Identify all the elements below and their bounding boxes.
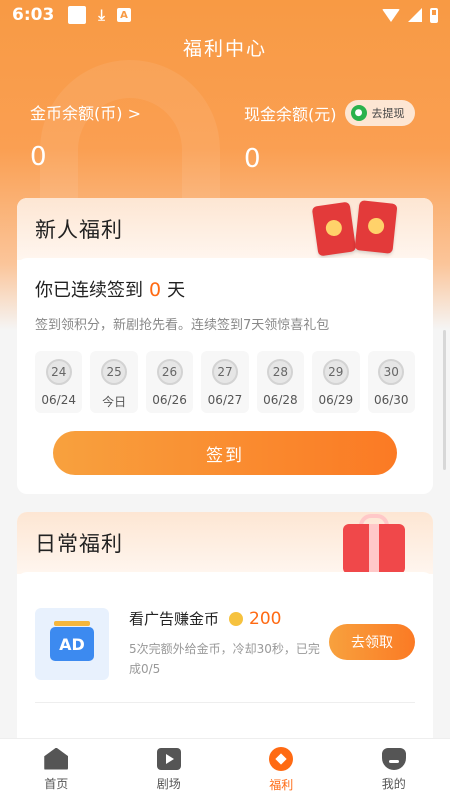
streak-days: 0 bbox=[149, 279, 162, 301]
checkin-day: 27 06/27 bbox=[201, 351, 249, 413]
tab-mine[interactable]: 我的 bbox=[338, 739, 450, 800]
tab-theater[interactable]: 剧场 bbox=[113, 739, 226, 800]
mine-icon bbox=[381, 747, 406, 770]
withdraw-button[interactable]: ● 去提现 bbox=[344, 100, 415, 126]
tab-welfare[interactable]: 福利 bbox=[225, 739, 338, 800]
ad-thumbnail: AD bbox=[35, 608, 109, 680]
newbie-welfare-card: 新人福利 你已连续签到 0 天 签到领积分，新剧抢先看。连续签到7天领惊喜礼包 … bbox=[17, 198, 433, 494]
day-number: 26 bbox=[156, 359, 183, 385]
streak-prefix: 你已连续签到 bbox=[35, 280, 143, 301]
day-date: 06/29 bbox=[318, 393, 354, 407]
red-packet-icon bbox=[311, 201, 357, 257]
day-number: 25 bbox=[101, 359, 128, 385]
status-bar: 6:03 ⤓ A bbox=[0, 0, 450, 30]
scrollbar[interactable] bbox=[443, 330, 446, 470]
checkin-day: 29 06/29 bbox=[312, 351, 360, 413]
bottom-tab-bar: 首页 剧场 福利 我的 bbox=[0, 738, 450, 800]
day-date: 06/26 bbox=[152, 393, 187, 407]
checkin-day: 28 06/28 bbox=[256, 351, 305, 413]
day-number: 30 bbox=[378, 359, 405, 385]
day-number: 28 bbox=[267, 359, 294, 385]
home-icon bbox=[44, 747, 69, 770]
tab-home[interactable]: 首页 bbox=[0, 739, 113, 800]
divider bbox=[35, 702, 415, 703]
withdraw-label: 去提现 bbox=[371, 107, 405, 120]
welfare-icon bbox=[269, 746, 294, 771]
day-number: 24 bbox=[45, 359, 72, 385]
tab-label: 我的 bbox=[381, 776, 406, 791]
status-time: 6:03 bbox=[12, 5, 55, 25]
cash-balance-value: 0 bbox=[244, 144, 261, 174]
ad-icon: AD bbox=[50, 621, 94, 661]
day-date: 06/30 bbox=[373, 393, 409, 407]
tab-label: 首页 bbox=[44, 776, 69, 791]
streak-text: 你已连续签到 0 天 bbox=[35, 276, 415, 302]
daily-welfare-card: 日常福利 AD 看广告赚金币 200 5次完额外给金币，冷却30秒，已完成0/5… bbox=[17, 512, 433, 752]
wechat-icon: ● bbox=[350, 105, 367, 121]
task-reward: 200 bbox=[249, 608, 282, 629]
checkin-days: 24 06/24 25 今日 26 06/26 27 06/27 28 06/2… bbox=[35, 351, 415, 413]
streak-suffix: 天 bbox=[167, 280, 186, 301]
checkin-day: 30 06/30 bbox=[367, 351, 415, 413]
day-number: 29 bbox=[322, 359, 349, 385]
cash-balance-label: 现金余额(元) bbox=[244, 105, 337, 124]
wifi-icon bbox=[382, 8, 400, 22]
checkin-day: 25 今日 bbox=[90, 351, 138, 413]
daily-card-header: 日常福利 bbox=[17, 512, 433, 574]
task-title: 看广告赚金币 bbox=[129, 610, 220, 628]
signal-icon bbox=[408, 8, 422, 22]
day-date: 06/27 bbox=[207, 393, 243, 407]
day-date: 06/28 bbox=[263, 393, 298, 407]
download-icon: ⤓ bbox=[98, 5, 105, 24]
battery-icon bbox=[430, 7, 438, 23]
checkin-button[interactable]: 签到 bbox=[53, 431, 397, 475]
day-number: 27 bbox=[211, 359, 238, 385]
theater-icon bbox=[156, 747, 181, 770]
a-app-icon: A bbox=[116, 8, 131, 22]
checkin-day: 24 06/24 bbox=[35, 351, 83, 413]
checkin-hint: 签到领积分，新剧抢先看。连续签到7天领惊喜礼包 bbox=[35, 318, 330, 333]
coin-balance-value: 0 bbox=[30, 142, 47, 172]
tab-label: 剧场 bbox=[156, 776, 181, 791]
red-packet-icon bbox=[354, 200, 398, 254]
tab-label: 福利 bbox=[269, 777, 294, 792]
cash-balance: 现金余额(元) ● 去提现 0 bbox=[244, 100, 415, 174]
day-date: 今日 bbox=[102, 395, 127, 409]
newbie-card-header: 新人福利 bbox=[17, 198, 433, 260]
checkin-section: 你已连续签到 0 天 签到领积分，新剧抢先看。连续签到7天领惊喜礼包 24 06… bbox=[17, 258, 433, 475]
ad-task-row: AD 看广告赚金币 200 5次完额外给金币，冷却30秒，已完成0/5 去领取 bbox=[17, 572, 433, 680]
day-date: 06/24 bbox=[41, 393, 76, 407]
page-title: 福利中心 bbox=[182, 38, 267, 60]
checkin-day: 26 06/26 bbox=[145, 351, 194, 413]
coin-balance-label: 金币余额(币) > bbox=[30, 104, 141, 123]
coin-icon bbox=[229, 611, 244, 626]
notification-square-icon bbox=[68, 6, 87, 24]
claim-button[interactable]: 去领取 bbox=[329, 624, 415, 660]
task-description: 5次完额外给金币，冷却30秒，已完成0/5 bbox=[129, 642, 320, 676]
coin-balance[interactable]: 金币余额(币) > 0 bbox=[30, 100, 141, 172]
gift-box-icon bbox=[343, 524, 405, 574]
daily-card-title: 日常福利 bbox=[35, 532, 123, 556]
newbie-card-title: 新人福利 bbox=[35, 218, 123, 242]
